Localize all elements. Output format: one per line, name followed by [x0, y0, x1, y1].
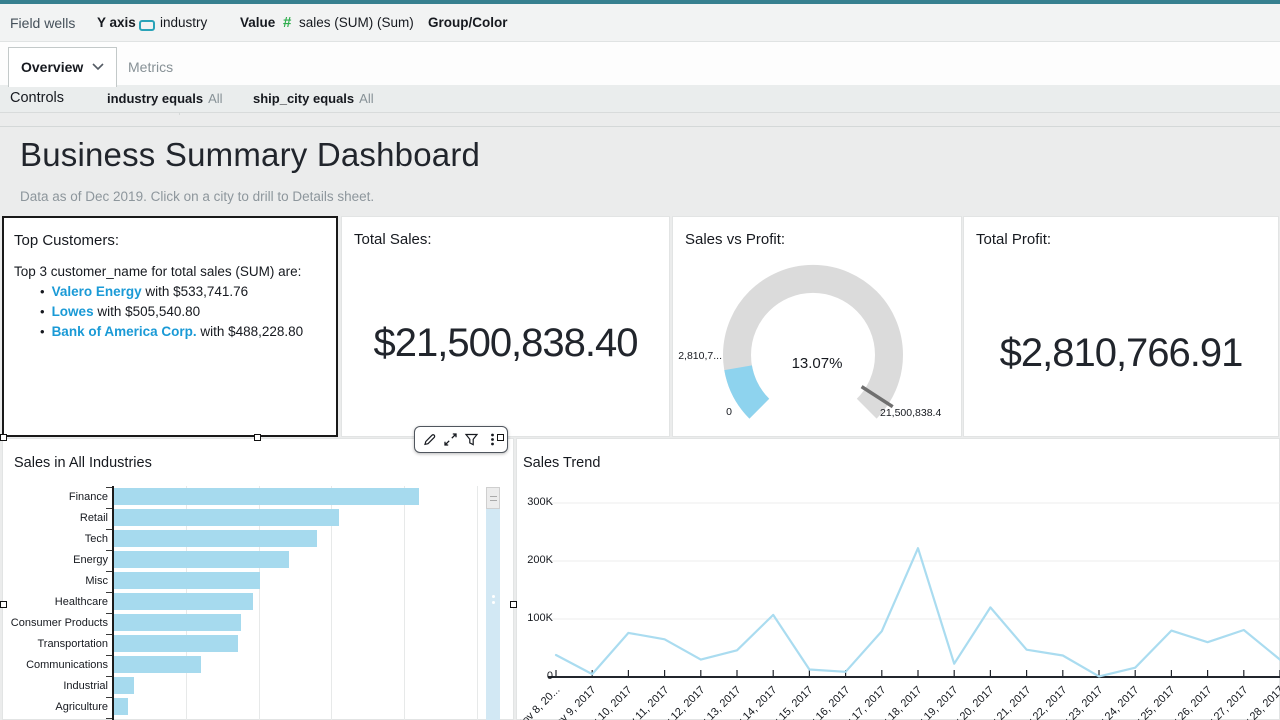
quicksight-editor: Field wells Y axis industry Value # sale… — [0, 0, 1280, 720]
total-sales-value: $21,500,838.40 — [342, 321, 669, 366]
filter-field-label: industry equals — [107, 91, 203, 106]
category-label: Agriculture — [0, 701, 108, 713]
y-axis-well-label: Y axis — [97, 15, 136, 30]
filter-control-ship_city[interactable]: ship_city equals All — [253, 91, 374, 106]
customer-sales-text: with $488,228.80 — [197, 324, 304, 339]
panel-title: Total Sales: — [354, 231, 432, 248]
bar-healthcare[interactable] — [114, 593, 253, 610]
filter-visual-button[interactable] — [463, 431, 481, 449]
bar-transportation[interactable] — [114, 635, 238, 652]
bar-chart-title: Sales in All Industries — [14, 455, 152, 471]
selection-handle[interactable] — [510, 601, 517, 608]
gauge-panel-sales-vs-profit[interactable]: Sales vs Profit: — [672, 216, 962, 437]
maximize-icon — [443, 432, 458, 447]
filter-field-label: ship_city equals — [253, 91, 354, 106]
value-well-label: Value — [240, 15, 275, 30]
filter-value[interactable]: All — [359, 91, 373, 106]
y-axis-field-pill[interactable]: industry — [160, 15, 207, 30]
total-profit-value: $2,810,766.91 — [964, 331, 1278, 376]
bar-retail[interactable] — [114, 509, 339, 526]
group-color-well-label[interactable]: Group/Color — [428, 15, 508, 30]
selection-handle[interactable] — [0, 434, 7, 441]
tab-metrics[interactable]: Metrics — [120, 48, 181, 87]
customer-sales-text: with $505,540.80 — [94, 304, 201, 319]
category-label: Tech — [0, 533, 108, 545]
pencil-icon — [422, 432, 437, 447]
dimension-pill-icon — [139, 20, 155, 31]
category-label: Misc — [0, 575, 108, 587]
field-wells-bar: Field wells Y axis industry Value # sale… — [0, 4, 1280, 42]
filter-funnel-icon — [464, 432, 479, 447]
selection-handle[interactable] — [497, 434, 504, 441]
panel-title: Top Customers: — [14, 232, 119, 249]
bar-category-axis-line — [112, 486, 114, 720]
field-wells-label[interactable]: Field wells — [10, 15, 75, 31]
sheet-tab-bar: OverviewMetrics + — [0, 42, 1280, 85]
visual-toolbar — [414, 426, 508, 453]
selection-handle[interactable] — [254, 434, 261, 441]
bar-tech[interactable] — [114, 530, 317, 547]
page-subtitle: Data as of Dec 2019. Click on a city to … — [20, 189, 374, 204]
list-item: Bank of America Corp. with $488,228.80 — [40, 322, 303, 342]
kpi-panel-total-profit[interactable]: Total Profit: $2,810,766.91 — [963, 216, 1279, 437]
selection-handle[interactable] — [0, 601, 7, 608]
category-label: Retail — [0, 512, 108, 524]
controls-bar: Controls industry equalsAllship_city equ… — [0, 85, 1280, 113]
customer-list: Valero Energy with $533,741.76Lowes with… — [40, 282, 303, 342]
tab-label: Overview — [21, 59, 83, 75]
gauge-fill-arc — [738, 368, 759, 409]
filter-control-industry[interactable]: industry equals All — [107, 91, 223, 106]
value-gridline — [477, 486, 478, 720]
insight-intro: Top 3 customer_name for total sales (SUM… — [14, 264, 301, 279]
list-item: Valero Energy with $533,741.76 — [40, 282, 303, 302]
bar-consumer-products[interactable] — [114, 614, 241, 631]
line-chart — [516, 438, 1280, 720]
gauge-min-label: 0 — [720, 406, 738, 418]
scrollbar-grip-dot — [492, 601, 495, 604]
category-label: Healthcare — [0, 596, 108, 608]
customer-sales-text: with $533,741.76 — [142, 284, 249, 299]
customer-link[interactable]: Valero Energy — [52, 284, 142, 299]
maximize-visual-button[interactable] — [442, 431, 460, 449]
gauge-chart — [673, 217, 961, 436]
sales-trend-line — [556, 548, 1280, 676]
filter-value[interactable]: All — [208, 91, 222, 106]
bar-agriculture[interactable] — [114, 698, 128, 715]
page-title: Business Summary Dashboard — [20, 136, 480, 174]
controls-label: Controls — [10, 90, 64, 106]
bar-energy[interactable] — [114, 551, 289, 568]
gauge-value-label: 2,810,7... — [622, 350, 722, 362]
list-item: Lowes with $505,540.80 — [40, 302, 303, 322]
y-tick-label: 0 — [497, 670, 553, 682]
scrollbar-grip-dot — [492, 595, 495, 598]
value-field-pill[interactable]: sales (SUM) (Sum) — [299, 15, 414, 30]
value-gridline — [404, 486, 405, 720]
bar-misc[interactable] — [114, 572, 260, 589]
tab-overview[interactable]: Overview — [8, 47, 117, 87]
gauge-center-label: 13.07% — [762, 355, 872, 372]
edit-visual-button[interactable] — [421, 431, 439, 449]
y-tick-label: 100K — [497, 612, 553, 624]
category-label: Industrial — [0, 680, 108, 692]
tab-label: Metrics — [128, 59, 173, 75]
chevron-down-icon[interactable] — [92, 63, 104, 71]
bar-industrial[interactable] — [114, 677, 134, 694]
kpi-panel-total-sales[interactable]: Total Sales: $21,500,838.40 — [341, 216, 670, 437]
category-label: Finance — [0, 491, 108, 503]
category-label: Transportation — [0, 638, 108, 650]
tab-row-border — [0, 126, 1280, 127]
category-label: Consumer Products — [0, 617, 108, 629]
bar-communications[interactable] — [114, 656, 201, 673]
measure-hash-icon: # — [283, 14, 291, 31]
customer-link[interactable]: Bank of America Corp. — [52, 324, 197, 339]
panel-title: Total Profit: — [976, 231, 1051, 248]
bar-finance[interactable] — [114, 488, 419, 505]
y-tick-label: 300K — [497, 496, 553, 508]
insight-panel-top-customers[interactable]: Top Customers: Top 3 customer_name for t… — [2, 216, 338, 437]
y-tick-label: 200K — [497, 554, 553, 566]
gauge-max-label: 21,500,838.4 — [880, 407, 941, 419]
category-label: Energy — [0, 554, 108, 566]
customer-link[interactable]: Lowes — [52, 304, 94, 319]
category-label: Communications — [0, 659, 108, 671]
